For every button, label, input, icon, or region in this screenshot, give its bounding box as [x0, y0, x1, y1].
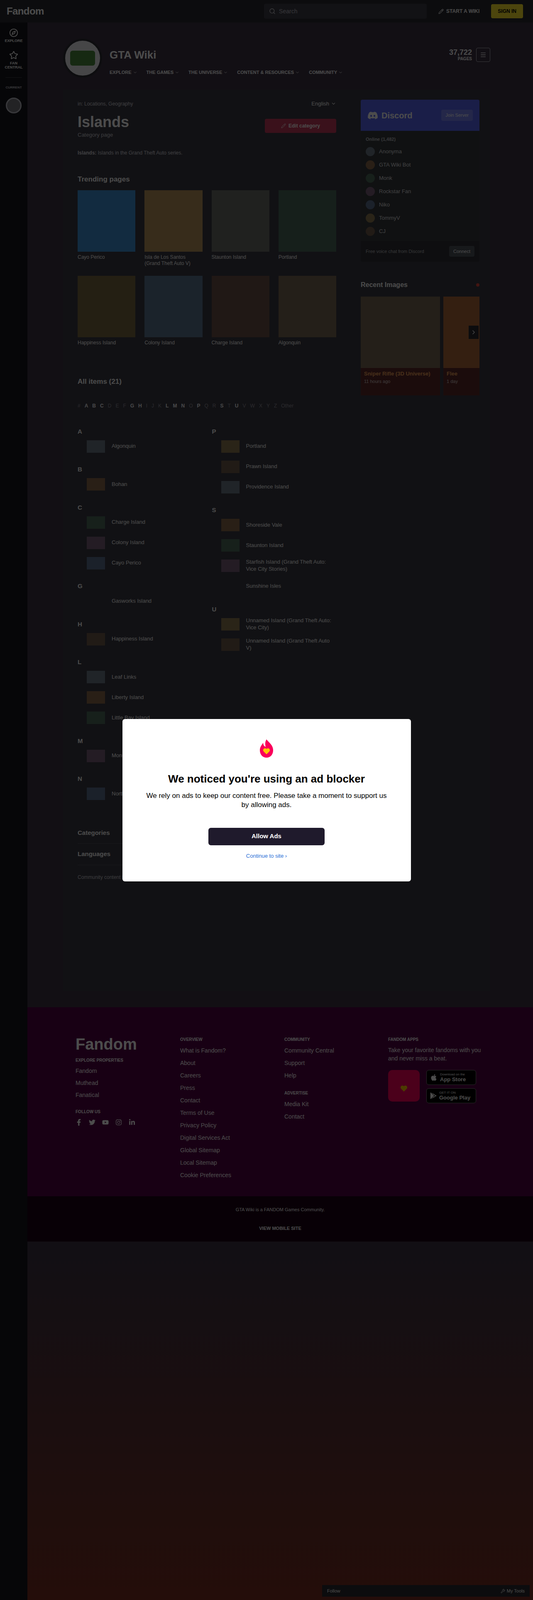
- modal-title: We noticed you're using an ad blocker: [168, 770, 365, 787]
- modal-overlay: We noticed you're using an ad blocker We …: [0, 0, 533, 1599]
- allow-ads-button[interactable]: Allow Ads: [208, 827, 325, 845]
- adblock-modal: We noticed you're using an ad blocker We …: [122, 718, 411, 881]
- modal-body: We rely on ads to keep our content free.…: [141, 790, 392, 810]
- page: FandomSearchSTART A WIKISIGN INEXPLOREFA…: [0, 0, 533, 1599]
- continue-link[interactable]: Continue to site ›: [246, 851, 287, 860]
- fandom-heart-icon: [258, 737, 275, 759]
